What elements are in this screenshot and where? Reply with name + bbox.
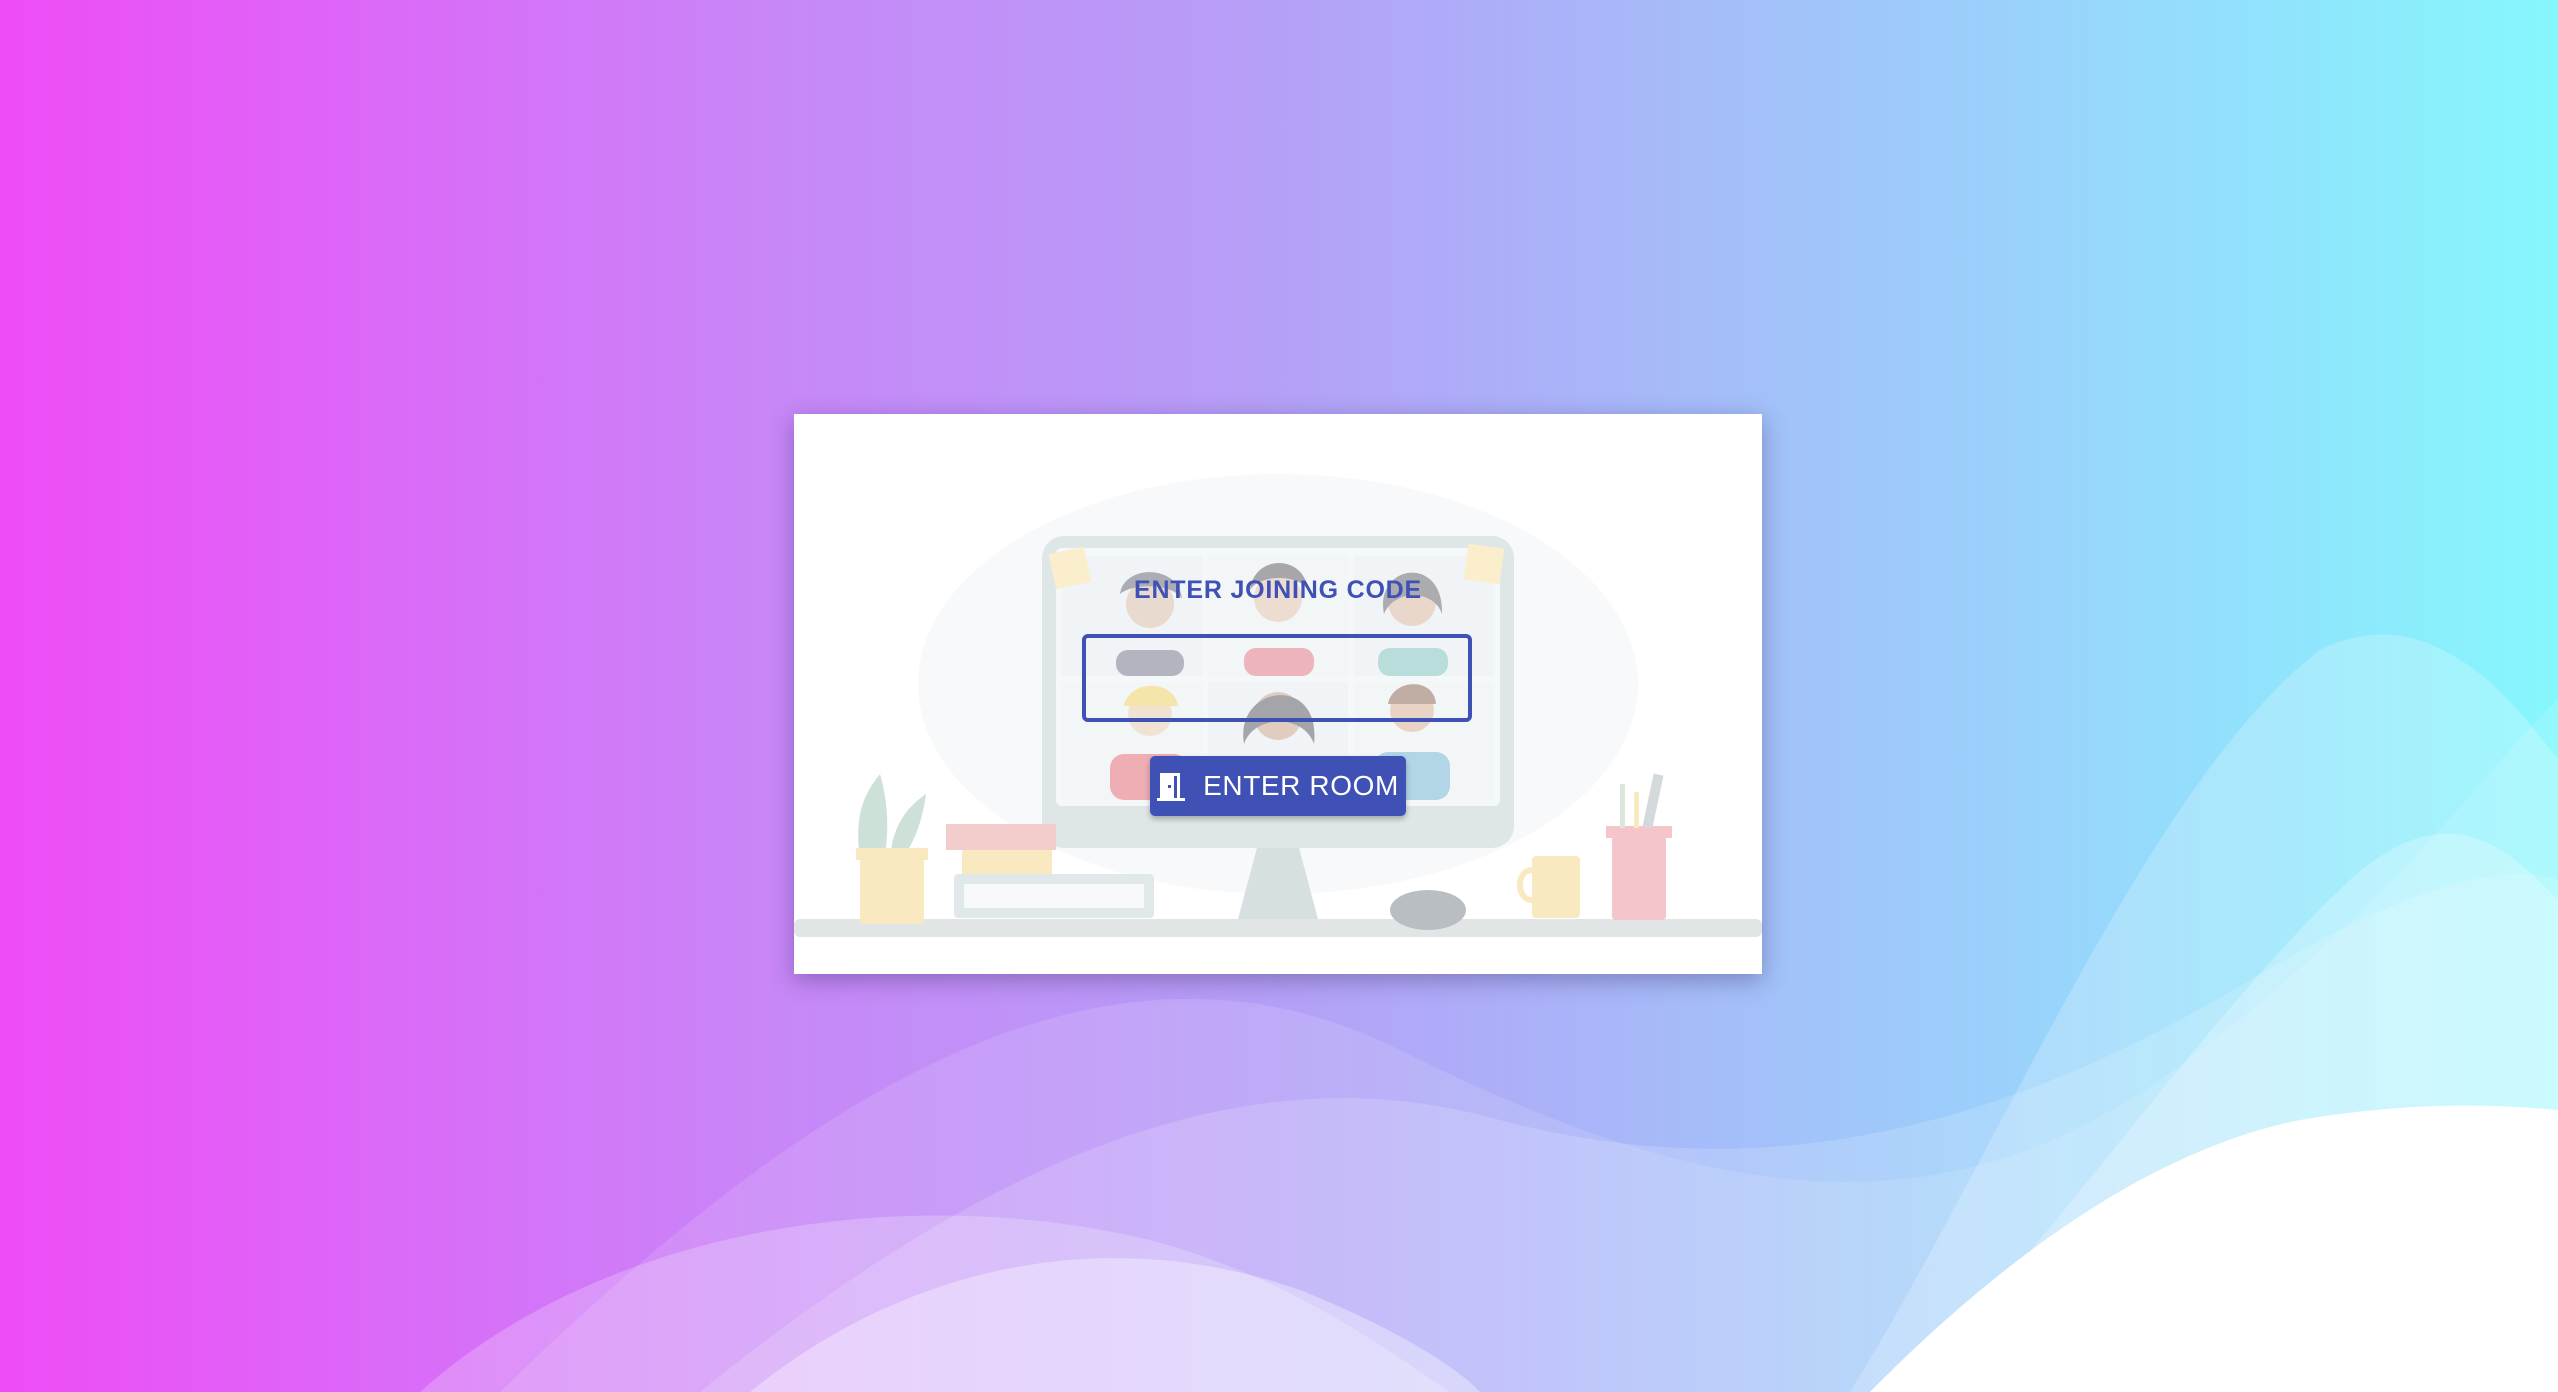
background: ENTER JOINING CODE ENTER ROOM	[0, 0, 2558, 1392]
enter-room-button[interactable]: ENTER ROOM	[1150, 756, 1406, 816]
join-room-card: ENTER JOINING CODE ENTER ROOM	[794, 414, 1762, 974]
enter-room-label: ENTER ROOM	[1203, 770, 1399, 801]
door-icon	[1157, 773, 1186, 801]
joining-code-heading: ENTER JOINING CODE	[1133, 576, 1423, 604]
joining-code-input[interactable]	[1082, 634, 1472, 722]
